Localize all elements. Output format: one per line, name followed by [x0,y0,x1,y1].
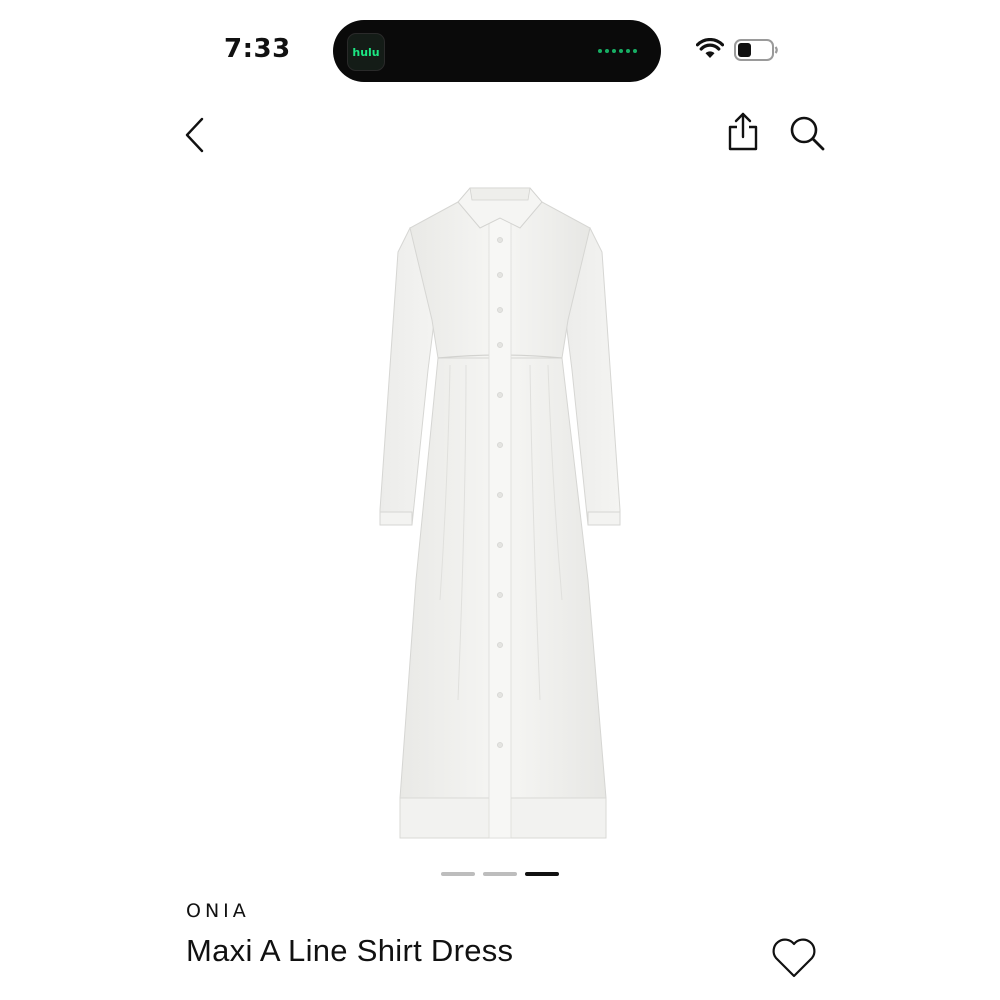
status-time: 7:33 [224,34,291,64]
product-brand[interactable]: ONIA [186,900,250,922]
product-title: Maxi A Line Shirt Dress [186,933,514,968]
pager-dot-2[interactable] [483,872,517,876]
image-pager[interactable] [441,872,559,876]
heart-icon[interactable] [770,936,818,980]
battery-icon [734,39,778,61]
audio-activity-icon [598,49,637,53]
product-image[interactable] [370,180,630,850]
share-icon[interactable] [726,112,760,152]
pager-dot-1[interactable] [441,872,475,876]
hulu-app-label: hulu [352,45,380,59]
pager-dot-3-active[interactable] [525,872,559,876]
search-icon[interactable] [788,114,828,154]
back-chevron-icon[interactable] [182,116,208,154]
hulu-app-icon[interactable]: hulu [347,33,385,71]
wifi-icon [696,38,724,58]
dynamic-island[interactable]: hulu [333,20,661,82]
